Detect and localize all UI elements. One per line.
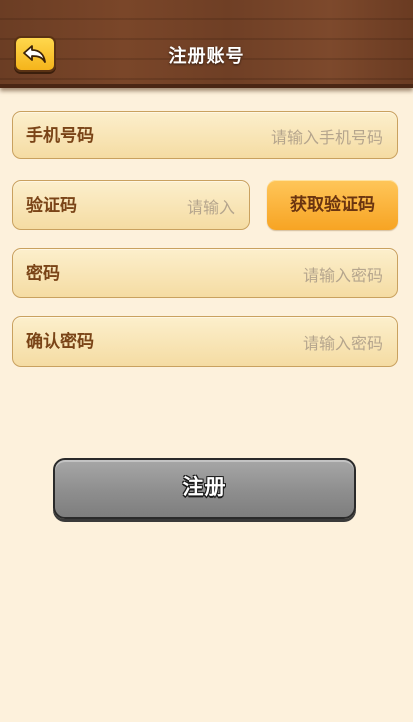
phone-field[interactable]: 手机号码 [12, 111, 398, 159]
code-field[interactable]: 验证码 [12, 180, 250, 230]
confirm-password-label: 确认密码 [26, 332, 94, 352]
register-button[interactable]: 注册 [53, 458, 356, 519]
password-field[interactable]: 密码 [12, 248, 398, 298]
code-input[interactable] [123, 191, 237, 223]
confirm-password-input[interactable] [181, 327, 385, 359]
password-input[interactable] [181, 259, 385, 291]
phone-label: 手机号码 [26, 126, 94, 146]
confirm-password-field[interactable]: 确认密码 [12, 316, 398, 367]
password-label: 密码 [26, 264, 60, 284]
top-bar: 注册账号 [0, 0, 413, 88]
code-label: 验证码 [26, 196, 77, 216]
phone-input[interactable] [181, 121, 385, 153]
page-title: 注册账号 [168, 46, 245, 67]
get-code-button[interactable]: 获取验证码 [267, 180, 398, 230]
